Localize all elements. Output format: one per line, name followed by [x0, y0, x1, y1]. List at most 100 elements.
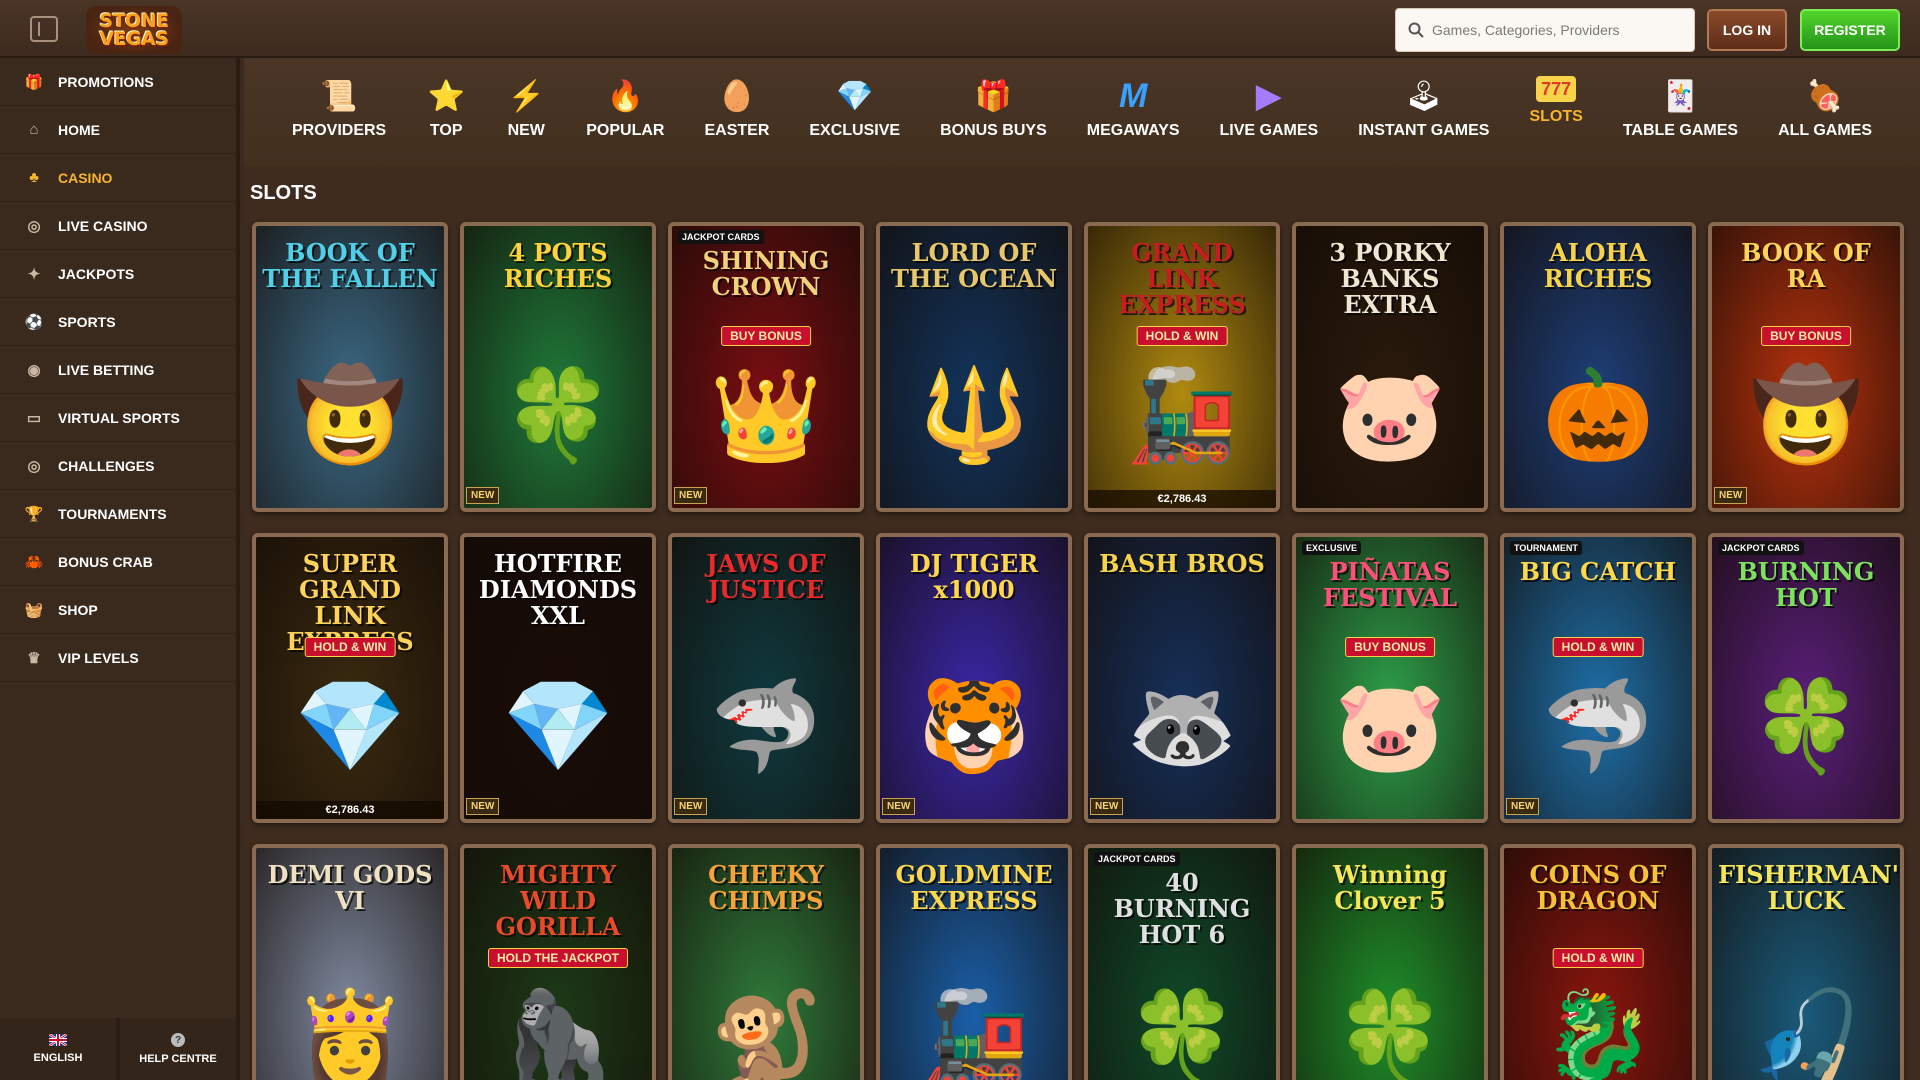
stone-vegas-logo[interactable]: STONE VEGAS	[86, 6, 182, 54]
new-badge: NEW	[1714, 487, 1748, 504]
tab-new[interactable]: ⚡ NEW	[506, 76, 546, 140]
game-tag: JACKPOT CARDS	[678, 230, 764, 244]
sidebar-item-challenges[interactable]: ◎ CHALLENGES	[0, 442, 236, 490]
game-tile[interactable]: DEMI GODS VI 👸	[252, 844, 448, 1080]
sidebar-item-label: CASINO	[58, 169, 113, 186]
tab-top[interactable]: ⭐ TOP	[426, 76, 466, 140]
game-subtitle: BUY BONUS	[1345, 637, 1435, 657]
sidebar-item-label: LIVE CASINO	[58, 217, 148, 234]
game-title: 3 PORKY BANKS EXTRA	[1329, 238, 1451, 319]
game-tile[interactable]: JAWS OF JUSTICE 🦈 NEW	[668, 533, 864, 823]
game-artwork: 🍀	[1749, 677, 1863, 777]
tab-slots[interactable]: 777 SLOTS	[1529, 76, 1583, 126]
game-artwork: 🐉	[1541, 988, 1655, 1080]
tab-all-games[interactable]: 🍖 ALL GAMES	[1778, 76, 1872, 140]
game-tile[interactable]: CHEEKY CHIMPS 🐒	[668, 844, 864, 1080]
tab-label: POPULAR	[586, 122, 665, 139]
sidebar-item-label: TOURNAMENTS	[58, 505, 167, 522]
game-tile[interactable]: BOOK OF RA BUY BONUS 🤠 NEW	[1708, 222, 1904, 512]
game-tile[interactable]: JACKPOT CARDS 40 BURNING HOT 6 🍀	[1084, 844, 1280, 1080]
game-title: 4 POTS RICHES	[503, 238, 613, 293]
tab-easter[interactable]: 🥚 EASTER	[704, 76, 769, 140]
sidebar-toggle-icon[interactable]	[30, 16, 58, 42]
game-tag: EXCLUSIVE	[1302, 541, 1362, 555]
sidebar-item-promotions[interactable]: 🎁 PROMOTIONS	[0, 58, 236, 106]
game-artwork: 🦈	[709, 677, 823, 777]
sidebar-item-bonus-crab[interactable]: 🦀 BONUS CRAB	[0, 538, 236, 586]
game-subtitle: BUY BONUS	[721, 326, 811, 346]
help-label: HELP CENTRE	[139, 1053, 217, 1065]
game-artwork: 🎃	[1541, 366, 1655, 466]
sidebar-item-label: JACKPOTS	[58, 265, 135, 282]
game-tag: TOURNAMENT	[1510, 541, 1582, 555]
game-tile[interactable]: MIGHTY WILD GORILLA HOLD THE JACKPOT 🦍	[460, 844, 656, 1080]
game-tile[interactable]: GRAND LINK EXPRESS HOLD & WIN 🚂 €2,786.43	[1084, 222, 1280, 512]
register-button[interactable]: REGISTER	[1800, 9, 1900, 51]
game-title: CHEEKY CHIMPS	[708, 860, 824, 915]
game-tile[interactable]: 3 PORKY BANKS EXTRA 🐷	[1292, 222, 1488, 512]
tab-instant-games[interactable]: 🕹 INSTANT GAMES	[1358, 76, 1489, 140]
casino-icon: ♣	[29, 169, 39, 186]
game-artwork: 🎣	[1749, 988, 1863, 1080]
crown-icon: ♛	[27, 649, 41, 667]
game-title: FISHERMAN'S LUCK	[1718, 860, 1904, 915]
sidebar-item-jackpots[interactable]: ✦ JACKPOTS	[0, 250, 236, 298]
game-artwork: 💎	[501, 677, 615, 777]
tab-label: NEW	[507, 122, 545, 139]
search-input[interactable]	[1432, 22, 1694, 38]
login-button[interactable]: LOG IN	[1707, 9, 1787, 51]
game-tile[interactable]: JACKPOT CARDS BURNING HOT 🍀	[1708, 533, 1904, 823]
sidebar-item-live-betting[interactable]: ◉ LIVE BETTING	[0, 346, 236, 394]
tab-popular[interactable]: 🔥 POPULAR	[586, 76, 664, 140]
game-title: COINS OF DRAGON	[1529, 860, 1667, 915]
help-centre-button[interactable]: ? HELP CENTRE	[120, 1018, 236, 1080]
game-subtitle: BUY BONUS	[1761, 326, 1851, 346]
section-title: SLOTS	[250, 182, 317, 204]
game-tile[interactable]: 4 POTS RICHES 🍀 NEW	[460, 222, 656, 512]
tab-megaways[interactable]: M MEGAWAYS	[1087, 76, 1180, 140]
game-title: Winning Clover 5	[1333, 860, 1447, 915]
slot-777-icon: 777	[1536, 76, 1577, 102]
sidebar-item-casino[interactable]: ♣ CASINO	[0, 154, 236, 202]
sidebar-item-virtual-sports[interactable]: ▭ VIRTUAL SPORTS	[0, 394, 236, 442]
game-tile[interactable]: COINS OF DRAGON HOLD & WIN 🐉	[1500, 844, 1696, 1080]
tab-live-games[interactable]: ▶ LIVE GAMES	[1220, 76, 1319, 140]
language-selector[interactable]: ENGLISH	[0, 1018, 120, 1080]
game-title: BOOK OF THE FALLEN	[262, 238, 438, 293]
sidebar-item-home[interactable]: ⌂ HOME	[0, 106, 236, 154]
sidebar-item-vip-levels[interactable]: ♛ VIP LEVELS	[0, 634, 236, 682]
game-subtitle: HOLD & WIN	[304, 637, 396, 657]
tab-label: PROVIDERS	[291, 122, 387, 139]
game-title: DEMI GODS VI	[267, 860, 433, 915]
game-title: HOTFIRE DIAMONDS XXL	[478, 549, 638, 630]
game-title: LORD OF THE OCEAN	[890, 238, 1058, 293]
sidebar-item-shop[interactable]: 🧺 SHOP	[0, 586, 236, 634]
search-box[interactable]	[1395, 8, 1695, 52]
game-tile[interactable]: SUPER GRAND LINK EXPRESSHOLD & WIN💎€2,78…	[252, 533, 448, 823]
sidebar-item-tournaments[interactable]: 🏆 TOURNAMENTS	[0, 490, 236, 538]
game-tile[interactable]: LORD OF THE OCEAN 🔱	[876, 222, 1072, 512]
game-tile[interactable]: Winning Clover 5 🍀	[1292, 844, 1488, 1080]
game-tile[interactable]: DJ TIGER x1000 🐯 NEW	[876, 533, 1072, 823]
tab-table-games[interactable]: 🃏 TABLE GAMES	[1623, 76, 1738, 140]
game-tile[interactable]: EXCLUSIVE PIÑATAS FESTIVAL BUY BONUS 🐷	[1292, 533, 1488, 823]
tab-label: TABLE GAMES	[1622, 122, 1739, 139]
game-tile[interactable]: BOOK OF THE FALLEN 🤠	[252, 222, 448, 512]
game-tile[interactable]: GOLDMINE EXPRESS 🚂	[876, 844, 1072, 1080]
game-tile[interactable]: FISHERMAN'S LUCK 🎣	[1708, 844, 1904, 1080]
game-tile[interactable]: JACKPOT CARDS SHINING CROWN BUY BONUS 👑 NEW	[668, 222, 864, 512]
joystick-icon: 🕹	[1404, 79, 1443, 113]
meat-icon: 🍖	[1806, 79, 1844, 113]
tab-bonus-buys[interactable]: 🎁 BONUS BUYS	[940, 76, 1047, 140]
game-tile[interactable]: HOTFIRE DIAMONDS XXL 💎 NEW	[460, 533, 656, 823]
tab-exclusive[interactable]: 💎 EXCLUSIVE	[809, 76, 900, 140]
game-title: PIÑATAS FESTIVAL	[1322, 557, 1457, 612]
sidebar-item-label: PROMOTIONS	[58, 73, 154, 90]
game-tile[interactable]: BASH BROS 🦝 NEW	[1084, 533, 1280, 823]
sidebar-item-sports[interactable]: ⚽ SPORTS	[0, 298, 236, 346]
game-tile[interactable]: TOURNAMENT BIG CATCH HOLD & WIN 🦈 NEW	[1500, 533, 1696, 823]
game-tile[interactable]: ALOHA RICHES 🎃	[1500, 222, 1696, 512]
tab-label: TOP	[429, 122, 463, 139]
tab-providers[interactable]: 📜 PROVIDERS	[292, 76, 386, 140]
sidebar-item-live-casino[interactable]: ◎ LIVE CASINO	[0, 202, 236, 250]
